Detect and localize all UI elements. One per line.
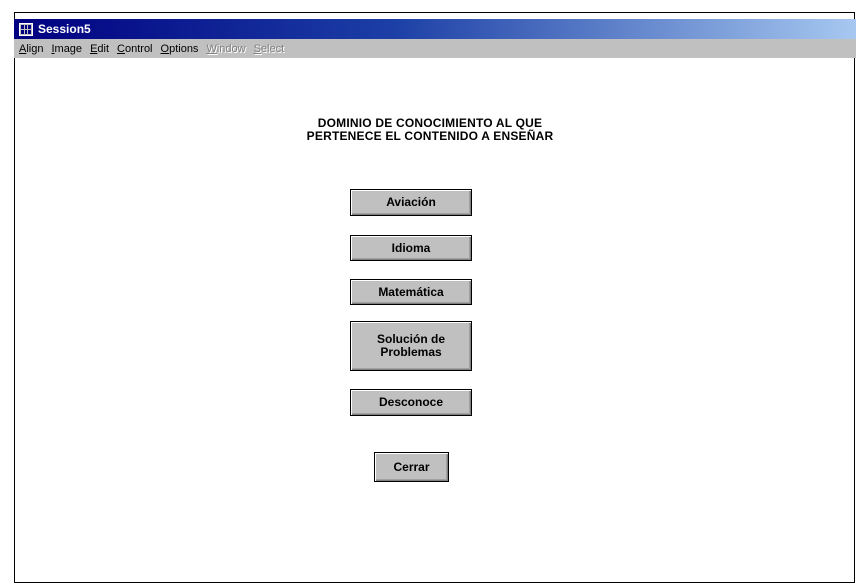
- menu-control[interactable]: Control: [117, 43, 152, 55]
- menu-bar: Align Image Edit Control Options Window …: [14, 39, 856, 58]
- solucion-button-label-line-2: Problemas: [380, 345, 442, 359]
- idioma-button[interactable]: Idioma: [350, 235, 472, 261]
- desconoce-button-label: Desconoce: [378, 395, 444, 409]
- matematica-button-label: Matemática: [378, 284, 444, 299]
- menu-image[interactable]: Image: [51, 43, 82, 55]
- menu-select: Select: [253, 42, 285, 55]
- aviacion-button[interactable]: Aviación: [350, 189, 472, 216]
- app-icon: [19, 22, 33, 36]
- idioma-button-label: Idioma: [391, 240, 431, 255]
- cerrar-button[interactable]: Cerrar: [374, 452, 449, 482]
- aviacion-button-label: Aviación: [386, 195, 436, 209]
- desconoce-button[interactable]: Desconoce: [350, 389, 472, 416]
- title-bar[interactable]: Session5: [14, 19, 856, 39]
- solucion-de-problemas-button[interactable]: Solución de Problemas: [350, 321, 472, 371]
- matematica-button[interactable]: Matemática: [350, 279, 472, 305]
- cerrar-button-label: Cerrar: [393, 459, 430, 474]
- menu-align[interactable]: Align: [19, 43, 43, 55]
- menu-options[interactable]: Options: [161, 43, 199, 55]
- menu-edit[interactable]: Edit: [90, 43, 109, 55]
- heading-line-2: PERTENECE EL CONTENIDO A ENSEÑAR: [306, 129, 554, 143]
- page-heading: DOMINIO DE CONOCIMIENTO AL QUE PERTENECE…: [220, 117, 640, 143]
- window-title: Session5: [38, 22, 91, 36]
- menu-window: Window: [206, 42, 246, 55]
